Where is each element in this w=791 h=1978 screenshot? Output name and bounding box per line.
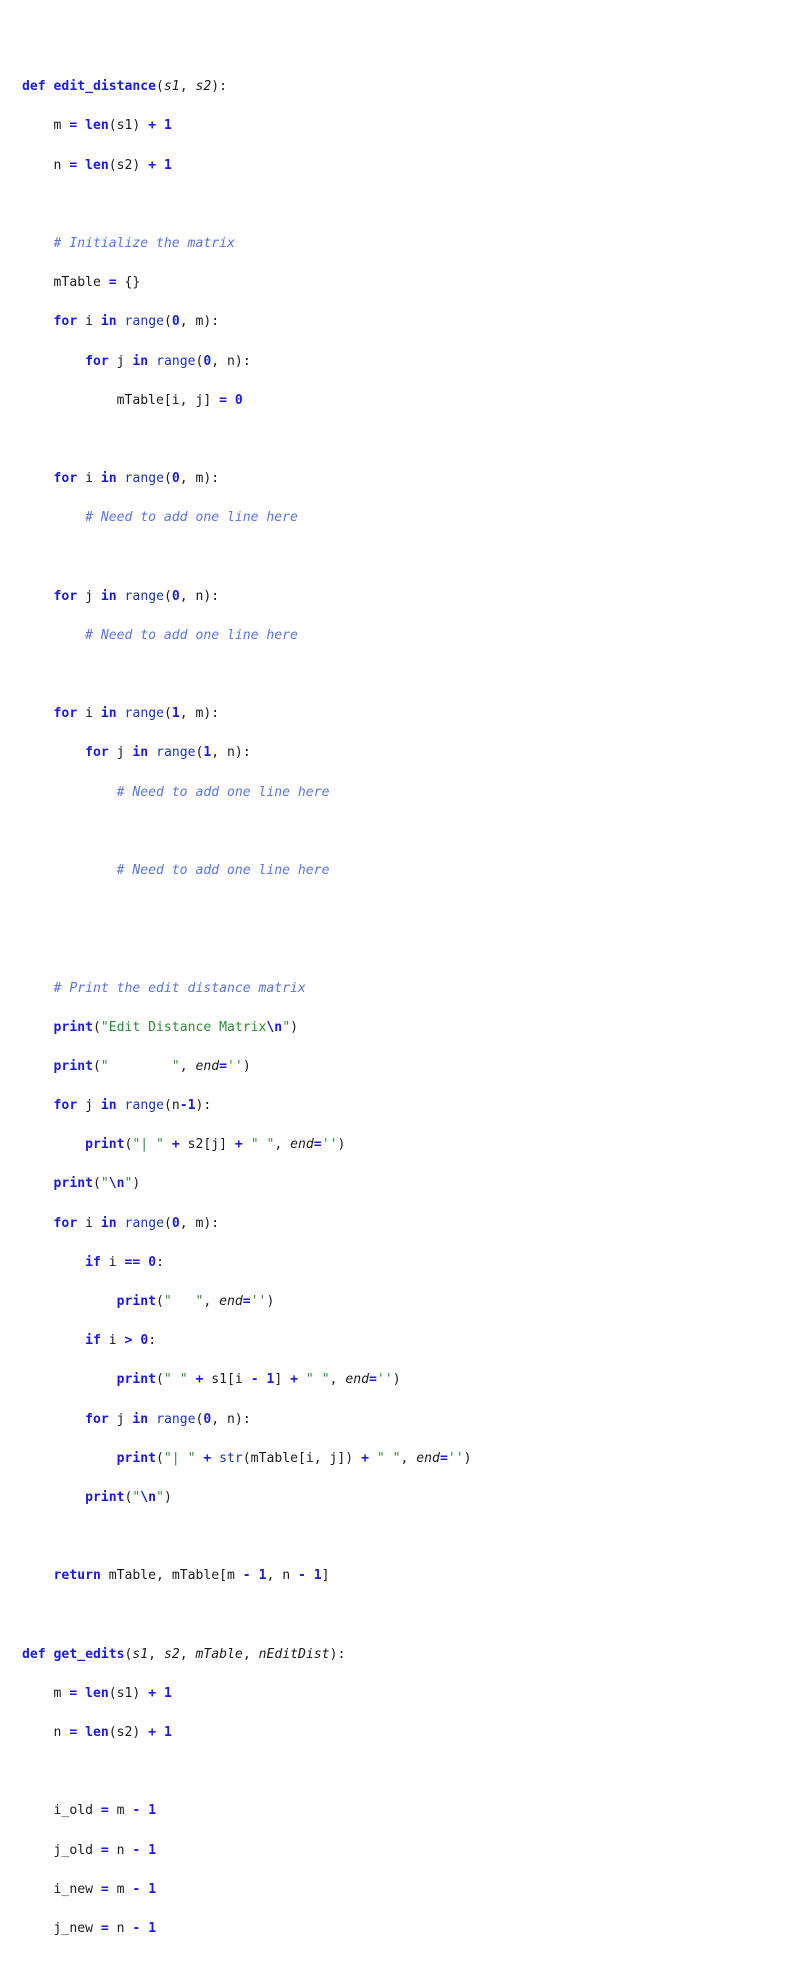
code-line: if i == 0: bbox=[85, 1254, 164, 1270]
code-line: def edit_distance(s1, s2): bbox=[22, 79, 228, 95]
code-line: for i in range(0, m): bbox=[53, 314, 220, 330]
code-line: print("\n") bbox=[53, 1176, 141, 1192]
code-line: print(" " + s1[i - 1] + " ", end='') bbox=[116, 1372, 401, 1388]
code-line: j_old = n - 1 bbox=[53, 1842, 157, 1858]
code-line: print(" ", end='') bbox=[116, 1294, 275, 1309]
code-line: return mTable, mTable[m - 1, n - 1] bbox=[53, 1568, 330, 1584]
code-line: for i in range(1, m): bbox=[53, 706, 220, 722]
code-line: # Initialize the matrix bbox=[53, 235, 235, 251]
code-line: # Need to add one line here bbox=[85, 510, 298, 526]
code-line: for i in range(0, m): bbox=[53, 471, 220, 487]
code-line: for j in range(0, n): bbox=[85, 353, 251, 369]
code-line: print("Edit Distance Matrix\n") bbox=[53, 1019, 298, 1035]
code-line: def get_edits(s1, s2, mTable, nEditDist)… bbox=[22, 1646, 346, 1662]
code-line: j_new = n - 1 bbox=[53, 1921, 157, 1936]
code-line: # Need to add one line here bbox=[116, 862, 330, 878]
code-line: mTable = {} bbox=[53, 275, 141, 291]
code-line: i_new = m - 1 bbox=[53, 1881, 157, 1897]
code-line: n = len(s2) + 1 bbox=[53, 1725, 172, 1741]
code-line: m = len(s1) + 1 bbox=[53, 118, 172, 134]
code-line: n = len(s2) + 1 bbox=[53, 157, 172, 173]
code-line: # Need to add one line here bbox=[116, 784, 330, 800]
code-line: if i > 0: bbox=[85, 1333, 157, 1349]
code-line: for j in range(0, n): bbox=[53, 588, 220, 604]
code-line: m = len(s1) + 1 bbox=[53, 1685, 172, 1701]
code-line: mTable[i, j] = 0 bbox=[116, 392, 243, 408]
code-listing[interactable]: def edit_distance(s1, s2): m = len(s1) +… bbox=[0, 0, 791, 1978]
code-line: for i in range(0, m): bbox=[53, 1215, 220, 1231]
code-line: for j in range(0, n): bbox=[85, 1411, 251, 1427]
code-line: # Need to add one line here bbox=[85, 627, 298, 643]
code-line: # Print the edit distance matrix bbox=[53, 980, 306, 996]
code-line: print("\n") bbox=[85, 1489, 172, 1505]
code-line: for j in range(1, n): bbox=[85, 745, 251, 761]
code-line: for j in range(n-1): bbox=[53, 1098, 212, 1114]
code-line: print(" ", end='') bbox=[53, 1058, 251, 1074]
code-line: i_old = m - 1 bbox=[53, 1803, 157, 1819]
code-line: print("| " + str(mTable[i, j]) + " ", en… bbox=[116, 1450, 472, 1466]
code-line: print("| " + s2[j] + " ", end='') bbox=[85, 1137, 346, 1153]
